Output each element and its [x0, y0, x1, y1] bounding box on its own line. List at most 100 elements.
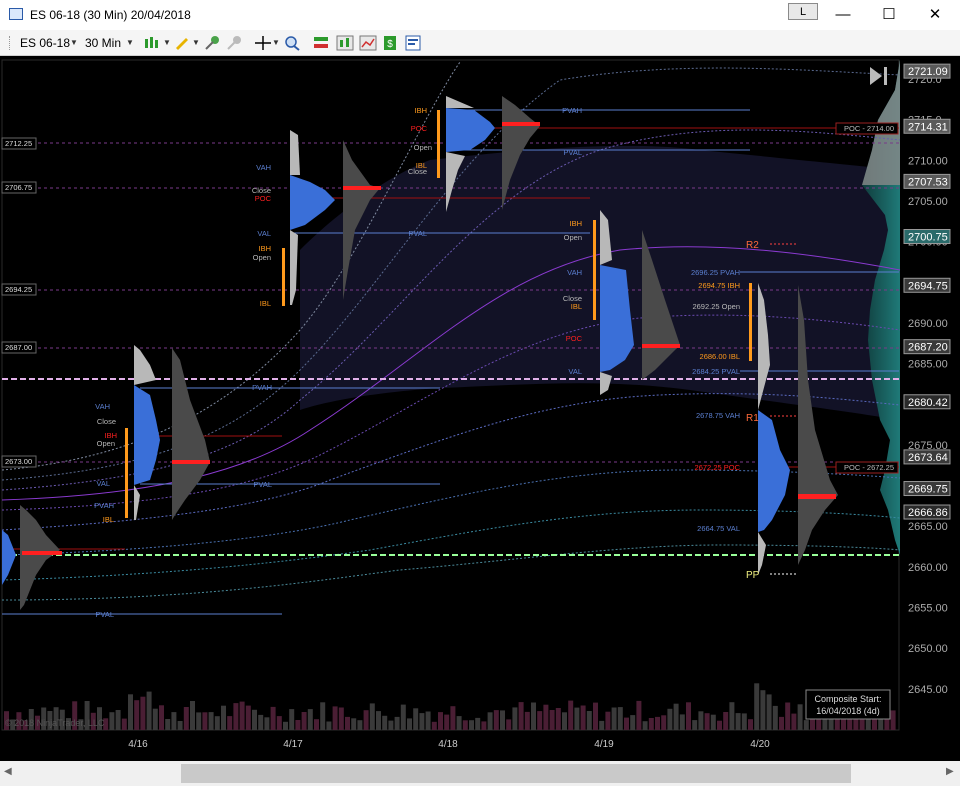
pval-label-0415: PVAL [95, 610, 114, 619]
price-tick: 2685.00 [908, 359, 948, 371]
volume-bar [369, 703, 375, 730]
dollar-icon[interactable]: $ [381, 35, 399, 51]
pval-label-0417: PVAL [253, 480, 272, 489]
volume-bar [803, 720, 809, 730]
interval-selector[interactable]: 30 Min [85, 36, 121, 50]
val-label-0419: VAL [568, 367, 582, 376]
volume-bar [580, 705, 586, 730]
volume-bar [363, 710, 369, 730]
volume-bar [264, 717, 270, 730]
volume-bar [605, 711, 611, 730]
indicators-icon[interactable] [336, 35, 354, 51]
price-tick: 2655.00 [908, 602, 948, 614]
volume-bar [791, 713, 797, 730]
val-label: VAL [96, 479, 110, 488]
pin-disabled-icon[interactable] [225, 35, 243, 51]
volume-bar [407, 718, 412, 730]
volume-bar [140, 696, 146, 730]
r2-label: R2 [746, 240, 759, 251]
volume-bar [283, 721, 288, 730]
ibl-label: IBL [103, 515, 114, 524]
volume-bar [772, 705, 778, 730]
zoom-icon[interactable] [283, 35, 301, 51]
vah-label-0419: VAH [567, 268, 582, 277]
volume-bar [202, 712, 208, 730]
drawing-dropdown-icon[interactable]: ▼ [192, 38, 200, 47]
instrument-selector[interactable]: ES 06-18 [20, 36, 70, 50]
crosshair-dropdown-icon[interactable]: ▼ [272, 38, 280, 47]
volume-bar [431, 721, 437, 730]
val-2664-label: 2664.75 VAL [697, 524, 740, 533]
r1-label: R1 [746, 413, 759, 424]
volume-bar [679, 714, 685, 730]
interval-dropdown-icon[interactable]: ▼ [126, 38, 134, 47]
open-label-0419: Open [564, 233, 582, 242]
volume-bar [661, 715, 667, 730]
price-box-label: 2666.86 [908, 507, 948, 519]
volume-bar [624, 717, 629, 730]
link-button[interactable]: L [788, 3, 818, 20]
volume-bar [301, 712, 307, 730]
pencil-icon[interactable] [173, 35, 191, 51]
scroll-left-icon[interactable]: ◀ [4, 766, 12, 777]
price-box-label: 2673.64 [908, 452, 948, 464]
volume-bar [183, 707, 189, 730]
pp-label: PP [746, 570, 760, 581]
volume-bar [351, 718, 357, 730]
properties-icon[interactable] [404, 35, 422, 51]
volume-bar [469, 720, 474, 730]
volume-bar [537, 711, 543, 730]
close-button[interactable]: ✕ [912, 2, 958, 28]
toolbar-grip [9, 36, 12, 50]
volume-bar [400, 704, 406, 730]
price-box-label: 2721.09 [908, 66, 948, 78]
volume-bar [785, 702, 791, 730]
volume-bar [549, 710, 555, 730]
open-label-0418: Open [414, 143, 432, 152]
volume-bar [760, 690, 766, 730]
composite-start-date: 16/04/2018 (4d) [816, 706, 880, 716]
volume-bar [419, 713, 425, 730]
volume-bar [345, 716, 350, 730]
horizontal-scrollbar[interactable]: ◀ ▶ [0, 761, 960, 786]
chart-style-dropdown-icon[interactable]: ▼ [163, 38, 171, 47]
pvah-label: VAH [95, 402, 110, 411]
price-axis[interactable]: 2720.02715.02710.002705.002700.002695.00… [903, 63, 951, 696]
crosshair-icon[interactable] [254, 35, 272, 51]
volume-bar [121, 718, 127, 730]
price-box-label: 2687.20 [908, 342, 948, 354]
price-box-label: 2680.42 [908, 397, 948, 409]
chart-panel[interactable]: R2 R1 PP VAH Close IBH Open VAL PVAH IBL… [0, 56, 960, 761]
volume-bar [109, 712, 115, 730]
strategies-icon[interactable] [359, 35, 377, 51]
scroll-to-end-icon[interactable] [870, 67, 887, 85]
minimize-button[interactable]: — [820, 2, 866, 28]
volume-bar [512, 707, 518, 730]
data-series-icon[interactable] [312, 35, 330, 51]
ibh-label-0418: IBH [414, 106, 427, 115]
volume-bar [698, 711, 704, 730]
volume-bar [481, 721, 487, 730]
pin-icon[interactable] [203, 35, 221, 51]
vah-2678-label: 2678.75 VAH [696, 411, 740, 420]
volume-bar [146, 691, 152, 730]
volume-bar [382, 715, 388, 730]
date-label-0418: 4/18 [438, 739, 458, 750]
poc-label-0419: POC [566, 334, 583, 343]
close-label: Close [97, 417, 116, 426]
vah-label-0417: VAH [256, 163, 271, 172]
left-level-tags: 2712.25 2706.75 2694.25 2687.00 2673.00 [1, 137, 37, 468]
instrument-dropdown-icon[interactable]: ▼ [70, 38, 78, 47]
volume-bar [456, 716, 462, 730]
scrollbar-thumb[interactable] [181, 764, 851, 783]
volume-bar [258, 714, 264, 730]
volume-bar [128, 694, 133, 730]
volume-bar [245, 705, 251, 730]
volume-bar [307, 709, 313, 730]
time-axis[interactable]: 4/16 4/17 4/18 4/19 4/20 [128, 739, 770, 750]
chart-style-icon[interactable] [143, 35, 161, 51]
volume-bar [214, 716, 220, 730]
maximize-button[interactable]: ☐ [866, 2, 912, 28]
scroll-right-icon[interactable]: ▶ [946, 766, 954, 777]
market-profile-chart[interactable]: R2 R1 PP VAH Close IBH Open VAL PVAH IBL… [0, 56, 960, 761]
